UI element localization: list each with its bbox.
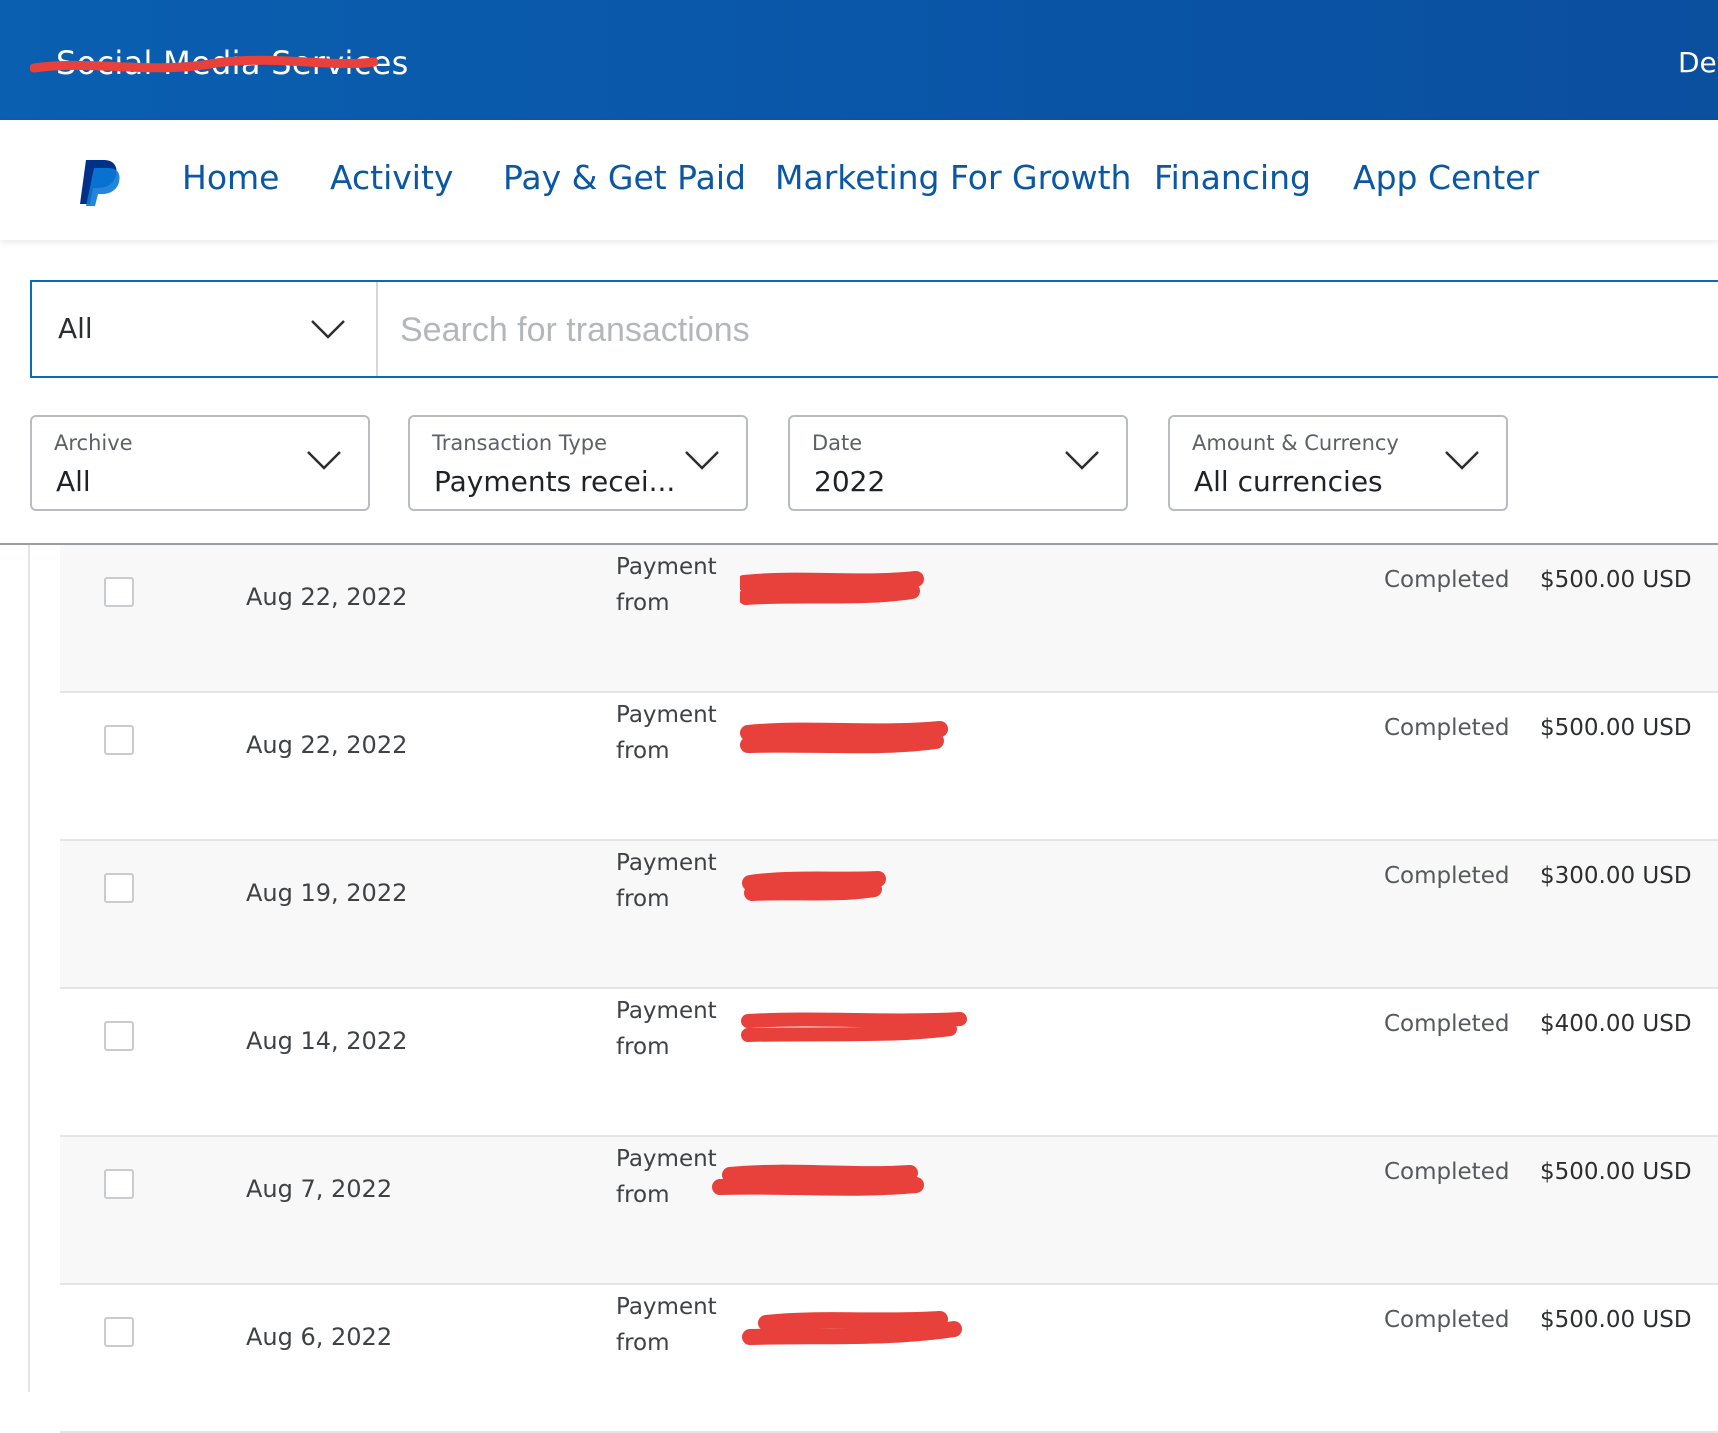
filter-archive[interactable]: Archive All [30, 415, 370, 511]
redaction-mark [742, 871, 886, 901]
transaction-type: Payment from [616, 1294, 717, 1356]
redaction-mark [30, 55, 378, 73]
transaction-list: Aug 22, 2022 Payment from Completed $500… [60, 545, 1718, 1433]
row-checkbox[interactable] [104, 873, 134, 903]
transaction-status: Completed [1384, 715, 1510, 741]
row-checkbox[interactable] [104, 577, 134, 607]
nav-financing[interactable]: Financing [1154, 158, 1311, 197]
redaction-mark [741, 1012, 967, 1042]
redaction-mark [712, 1164, 924, 1196]
row-checkbox[interactable] [104, 725, 134, 755]
main-nav: Home Activity Pay & Get Paid Marketing F… [0, 120, 1718, 240]
transaction-type: Payment from [616, 850, 717, 912]
transaction-amount: $500.00 USD [1540, 1159, 1692, 1185]
filter-value: Payments recei... [434, 465, 676, 498]
transaction-row[interactable]: Aug 14, 2022 Payment from Completed $400… [60, 989, 1718, 1137]
filter-label: Transaction Type [432, 431, 608, 455]
redaction-mark [740, 721, 948, 754]
chevron-down-icon [685, 451, 719, 470]
transaction-search-bar: All [30, 280, 1718, 378]
left-rail [28, 545, 30, 1392]
transaction-date: Aug 6, 2022 [246, 1323, 393, 1351]
nav-pay-get-paid[interactable]: Pay & Get Paid [503, 158, 746, 197]
transaction-status: Completed [1384, 1307, 1510, 1333]
filter-amount-currency[interactable]: Amount & Currency All currencies [1168, 415, 1508, 511]
transaction-type: Payment from [616, 554, 717, 616]
transaction-date: Aug 14, 2022 [246, 1027, 408, 1055]
filter-label: Date [812, 431, 863, 455]
filter-value: All [56, 465, 91, 498]
chevron-down-icon [1445, 451, 1479, 470]
row-checkbox[interactable] [104, 1021, 134, 1051]
nav-marketing-for-growth[interactable]: Marketing For Growth [775, 158, 1131, 197]
nav-app-center[interactable]: App Center [1353, 158, 1539, 197]
transaction-date: Aug 19, 2022 [246, 879, 408, 907]
top-bar: Social Media Services Dev [0, 0, 1718, 120]
transaction-amount: $400.00 USD [1540, 1011, 1692, 1037]
transaction-amount: $500.00 USD [1540, 567, 1692, 593]
transaction-status: Completed [1384, 1011, 1510, 1037]
chevron-down-icon [311, 320, 345, 339]
transaction-row[interactable]: Aug 6, 2022 Payment from Completed $500.… [60, 1285, 1718, 1433]
filter-label: Archive [54, 431, 133, 455]
transaction-status: Completed [1384, 1159, 1510, 1185]
filter-date[interactable]: Date 2022 [788, 415, 1128, 511]
filter-label: Amount & Currency [1192, 431, 1399, 455]
transaction-row[interactable]: Aug 19, 2022 Payment from Completed $300… [60, 841, 1718, 989]
transaction-date: Aug 22, 2022 [246, 583, 408, 611]
filter-value: All currencies [1194, 465, 1383, 498]
account-menu[interactable]: Dev [1678, 46, 1718, 79]
transaction-row[interactable]: Aug 22, 2022 Payment from Completed $500… [60, 693, 1718, 841]
row-checkbox[interactable] [104, 1169, 134, 1199]
filter-transaction-type[interactable]: Transaction Type Payments recei... [408, 415, 748, 511]
transaction-type: Payment from [616, 998, 717, 1060]
paypal-logo-icon[interactable] [78, 158, 122, 208]
transaction-amount: $300.00 USD [1540, 863, 1692, 889]
row-checkbox[interactable] [104, 1317, 134, 1347]
transaction-row[interactable]: Aug 22, 2022 Payment from Completed $500… [60, 545, 1718, 693]
filter-value: 2022 [814, 465, 886, 498]
transaction-type: Payment from [616, 702, 717, 764]
transaction-status: Completed [1384, 863, 1510, 889]
redaction-mark [742, 1311, 962, 1345]
search-scope-dropdown[interactable]: All [32, 282, 378, 376]
search-scope-value: All [58, 312, 93, 345]
redaction-mark [740, 571, 924, 605]
transaction-row[interactable]: Aug 7, 2022 Payment from Completed $500.… [60, 1137, 1718, 1285]
transaction-amount: $500.00 USD [1540, 715, 1692, 741]
transaction-date: Aug 22, 2022 [246, 731, 408, 759]
search-input[interactable] [398, 304, 1702, 356]
nav-activity[interactable]: Activity [330, 158, 453, 197]
chevron-down-icon [307, 451, 341, 470]
transaction-date: Aug 7, 2022 [246, 1175, 393, 1203]
transaction-status: Completed [1384, 567, 1510, 593]
chevron-down-icon [1065, 451, 1099, 470]
nav-home[interactable]: Home [182, 158, 279, 197]
transaction-amount: $500.00 USD [1540, 1307, 1692, 1333]
